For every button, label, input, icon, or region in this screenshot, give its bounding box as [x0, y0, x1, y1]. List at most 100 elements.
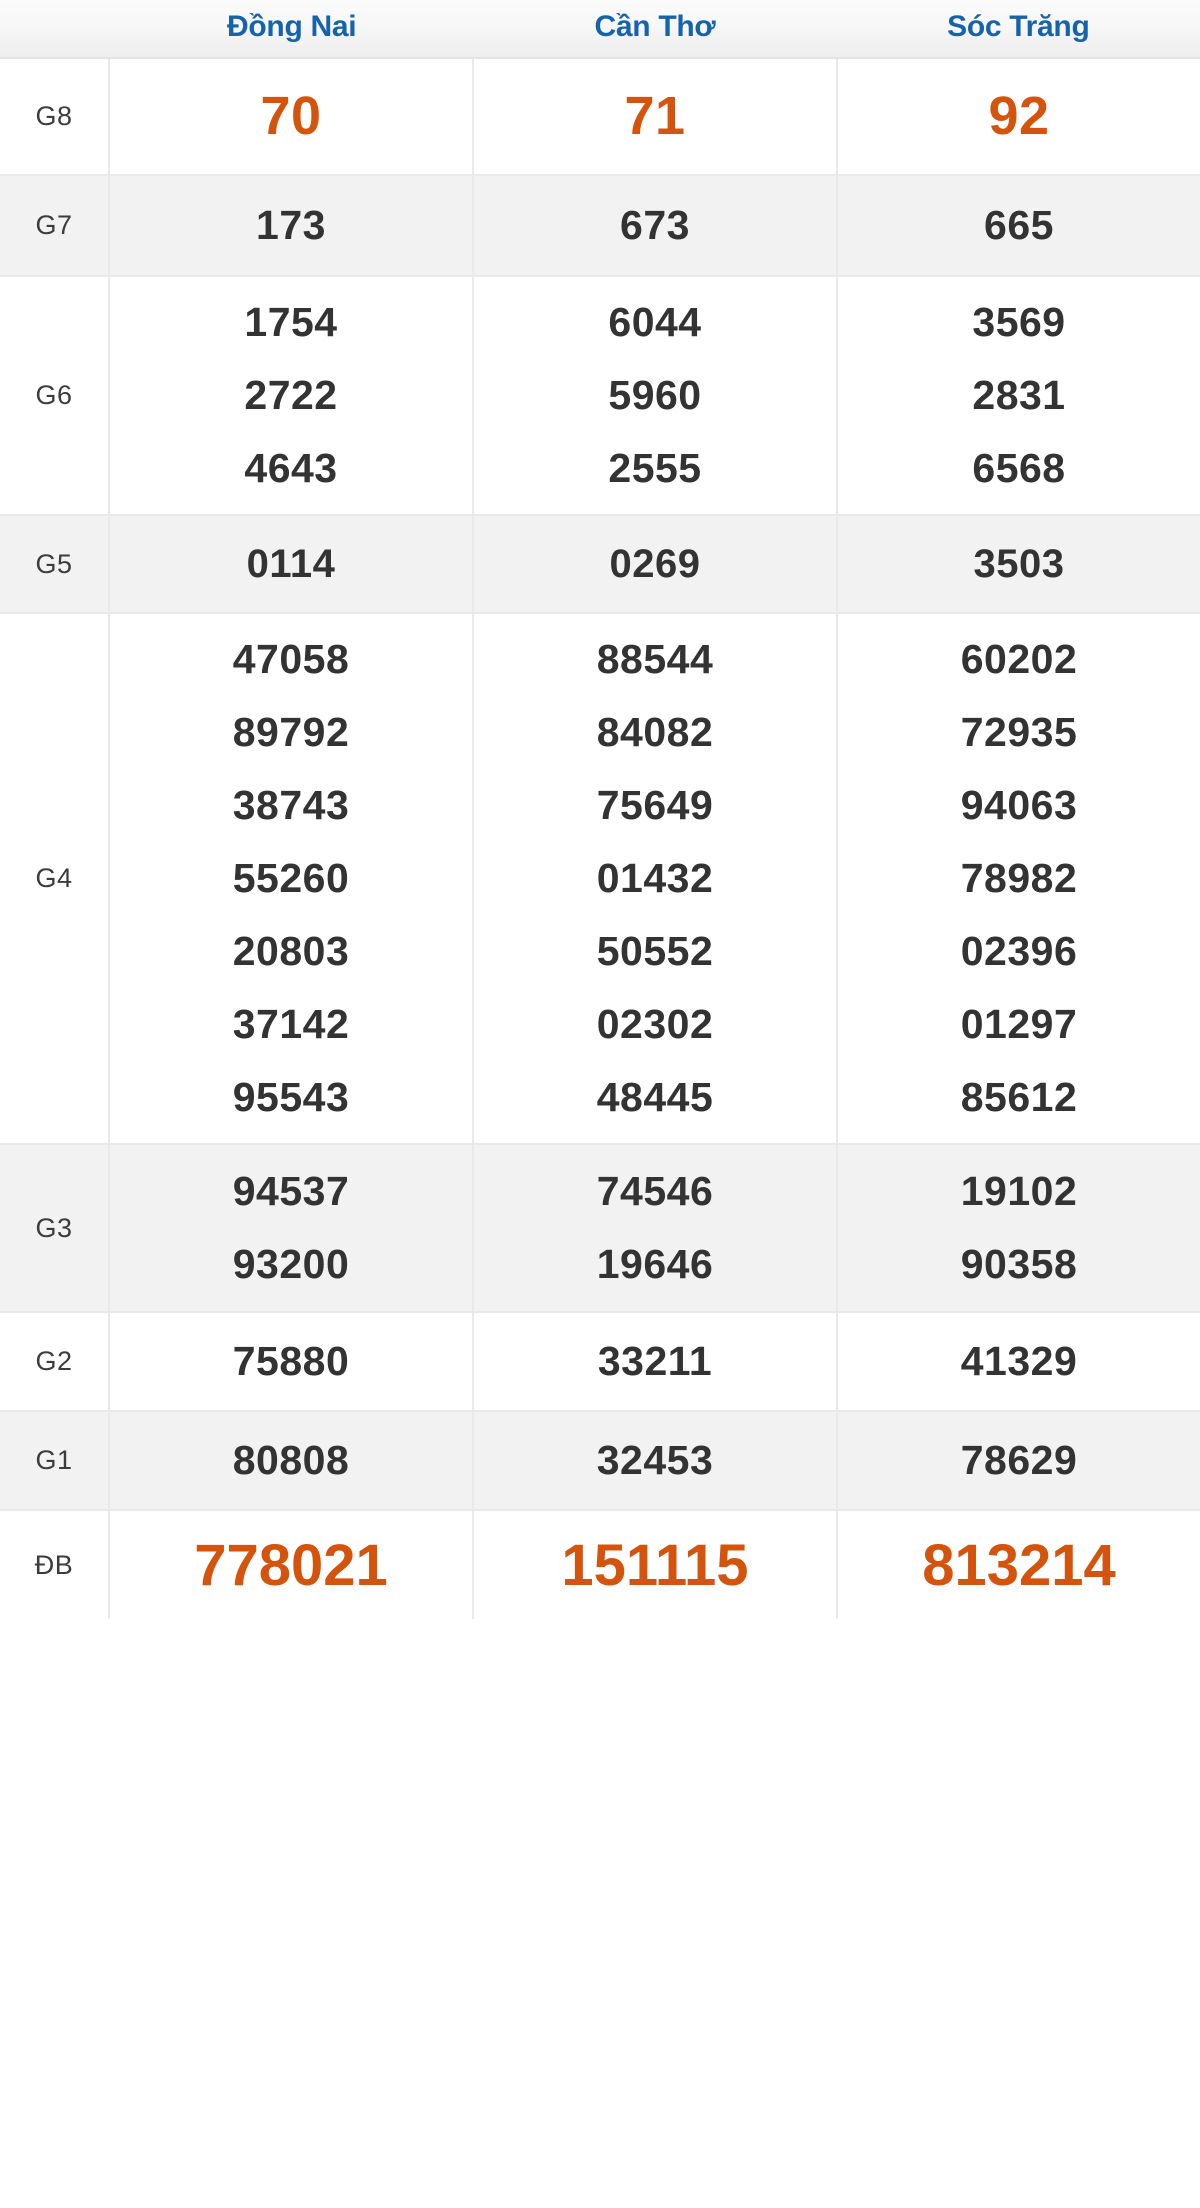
prize-number: 74546: [596, 1168, 714, 1215]
prize-row-g6: G6 1754 2722 4643 6044 5960 2555 3569 2831 6568: [0, 277, 1200, 517]
prize-number: 2722: [244, 372, 338, 419]
prize-number: 93200: [232, 1241, 350, 1288]
prize-row-g7: G7 173 673 665: [0, 176, 1200, 278]
prize-number: 01297: [960, 1001, 1078, 1048]
prize-number: 2555: [608, 445, 702, 492]
prize-number: 32453: [596, 1437, 714, 1484]
prize-row-g5: G5 0114 0269 3503: [0, 516, 1200, 615]
prize-label-g8: G8: [0, 59, 110, 175]
prize-cell-g2-col3: 41329: [838, 1313, 1200, 1410]
prize-number: 19102: [960, 1168, 1078, 1215]
prize-number: 01432: [596, 855, 714, 902]
prize-cell-g6-col3: 3569 2831 6568: [838, 277, 1200, 514]
prize-number: 37142: [232, 1001, 350, 1048]
prize-cell-g7-col3: 665: [838, 176, 1200, 275]
prize-number: 4643: [244, 445, 338, 492]
prize-number: 78982: [960, 855, 1078, 902]
prize-number: 3569: [972, 299, 1066, 346]
prize-cell-g7-col2: 673: [474, 176, 838, 276]
results-table-body: G8 70 71 92 G7 173 673 665 G6 1754 2722 4643 6044 596…: [0, 59, 1200, 1620]
prize-number: 0269: [609, 542, 701, 587]
prize-number: 19646: [596, 1241, 714, 1288]
table-header-row: Đồng Nai Cần Thơ Sóc Trăng: [0, 0, 1200, 59]
prize-number: 47058: [232, 636, 350, 683]
prize-number: 151115: [561, 1533, 749, 1599]
prize-number: 92: [988, 86, 1050, 146]
prize-number: 38743: [232, 782, 350, 829]
prize-cell-g3-col1: 94537 93200: [110, 1145, 474, 1312]
prize-number: 0114: [246, 542, 336, 587]
prize-number: 60202: [960, 636, 1078, 683]
prize-cell-g3-col2: 74546 19646: [474, 1145, 838, 1312]
prize-cell-g6-col2: 6044 5960 2555: [474, 277, 838, 515]
prize-number: 813214: [922, 1533, 1116, 1599]
prize-cell-g4-col1: 47058 89792 38743 55260 20803 37142 95543: [110, 614, 474, 1144]
prize-number: 89792: [232, 709, 350, 756]
prize-number: 665: [984, 202, 1054, 249]
prize-number: 85612: [960, 1074, 1078, 1121]
prize-number: 95543: [232, 1074, 350, 1121]
prize-number: 71: [624, 86, 686, 146]
prize-cell-g3-col3: 19102 90358: [838, 1145, 1200, 1311]
prize-number: 173: [256, 202, 326, 249]
prize-number: 94537: [232, 1168, 350, 1215]
column-header-province-1[interactable]: Đồng Nai: [110, 0, 473, 57]
prize-cell-g1-col1: 80808: [110, 1412, 474, 1510]
prize-cell-db-col3: 813214: [838, 1511, 1200, 1619]
prize-number: 6044: [608, 299, 702, 346]
prize-row-g4: G4 47058 89792 38743 55260 20803 37142 95543 885…: [0, 614, 1200, 1146]
prize-cell-g5-col2: 0269: [474, 516, 838, 613]
prize-number: 75649: [596, 782, 714, 829]
prize-number: 673: [620, 202, 690, 249]
prize-cell-g1-col3: 78629: [838, 1412, 1200, 1509]
prize-cell-db-col1: 778021: [110, 1511, 474, 1620]
prize-cell-g1-col2: 32453: [474, 1412, 838, 1510]
prize-number: 55260: [232, 855, 350, 902]
prize-label-g2: G2: [0, 1313, 110, 1411]
prize-number: 20803: [232, 928, 350, 975]
column-header-province-3[interactable]: Sóc Trăng: [837, 0, 1200, 57]
prize-number: 02302: [596, 1001, 714, 1048]
prize-number: 3503: [973, 542, 1065, 587]
lottery-results-page: Đồng Nai Cần Thơ Sóc Trăng G8 70 71 92 G7 173…: [0, 0, 1200, 2208]
prize-number: 2831: [972, 372, 1066, 419]
prize-number: 33211: [597, 1338, 713, 1385]
prize-label-g7: G7: [0, 176, 110, 276]
prize-number: 94063: [960, 782, 1078, 829]
header-corner-spacer: [0, 0, 110, 57]
prize-number: 778021: [194, 1533, 388, 1599]
prize-row-db: ĐB 778021 151115 813214: [0, 1511, 1200, 1620]
prize-number: 90358: [960, 1241, 1078, 1288]
prize-number: 02396: [960, 928, 1078, 975]
column-header-province-2[interactable]: Cần Thơ: [473, 0, 836, 57]
prize-cell-g8-col3: 92: [838, 59, 1200, 174]
prize-cell-g6-col1: 1754 2722 4643: [110, 277, 474, 515]
prize-number: 1754: [244, 299, 338, 346]
prize-row-g1: G1 80808 32453 78629: [0, 1412, 1200, 1512]
prize-row-g3: G3 94537 93200 74546 19646 19102 90358: [0, 1145, 1200, 1314]
prize-number: 6568: [972, 445, 1066, 492]
prize-row-g2: G2 75880 33211 41329: [0, 1313, 1200, 1413]
prize-number: 70: [260, 86, 322, 146]
prize-cell-g8-col1: 70: [110, 59, 474, 175]
prize-number: 41329: [960, 1338, 1078, 1385]
prize-cell-g5-col3: 3503: [838, 516, 1200, 612]
prize-row-g8: G8 70 71 92: [0, 59, 1200, 177]
prize-cell-db-col2: 151115: [474, 1511, 838, 1620]
prize-number: 72935: [960, 709, 1078, 756]
prize-number: 50552: [596, 928, 714, 975]
prize-label-g5: G5: [0, 516, 110, 613]
prize-number: 75880: [232, 1338, 350, 1385]
prize-number: 84082: [596, 709, 714, 756]
prize-number: 78629: [960, 1437, 1078, 1484]
prize-cell-g5-col1: 0114: [110, 516, 474, 613]
prize-cell-g2-col1: 75880: [110, 1313, 474, 1411]
prize-number: 80808: [232, 1437, 350, 1484]
prize-label-g1: G1: [0, 1412, 110, 1510]
prize-number: 88544: [596, 636, 714, 683]
prize-cell-g7-col1: 173: [110, 176, 474, 276]
prize-cell-g4-col2: 88544 84082 75649 01432 50552 02302 48445: [474, 614, 838, 1144]
prize-cell-g4-col3: 60202 72935 94063 78982 02396 01297 85612: [838, 614, 1200, 1143]
prize-label-g3: G3: [0, 1145, 110, 1312]
prize-cell-g8-col2: 71: [474, 59, 838, 175]
